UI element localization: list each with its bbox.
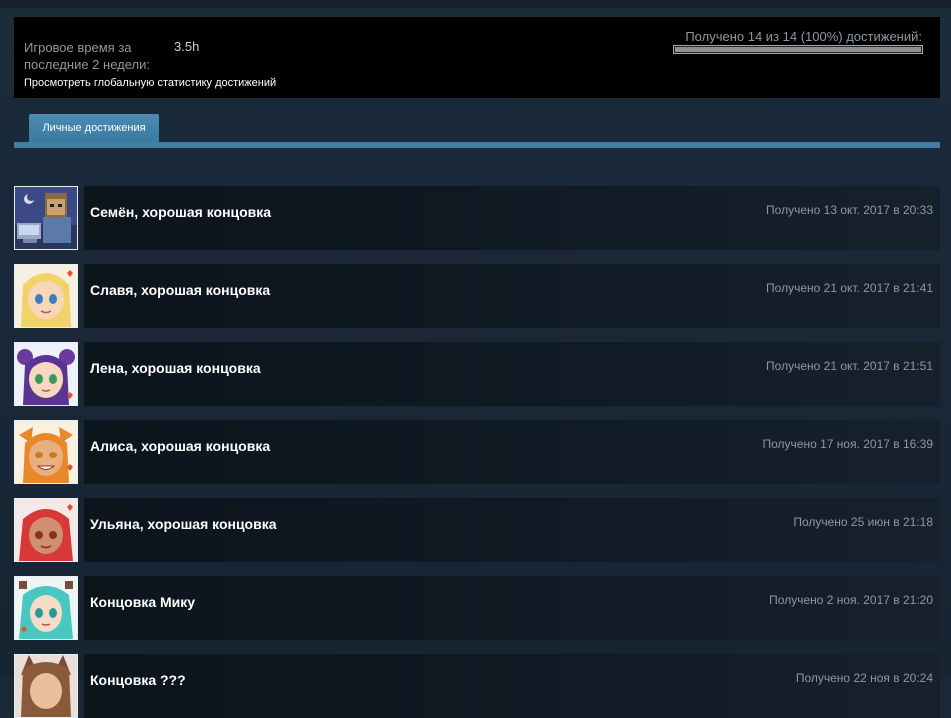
achievement-item: Алиса, хорошая концовка Получено 17 ноя.… [14, 420, 940, 484]
achievement-unlock-date: Получено 13 окт. 2017 в 20:33 [766, 203, 933, 217]
achievement-unlock-date: Получено 21 окт. 2017 в 21:51 [766, 359, 933, 373]
achievement-progress-fill [675, 47, 921, 52]
alisa-portrait-icon [14, 420, 78, 484]
top-edge-bar [0, 0, 951, 8]
achievement-unlock-date: Получено 2 ноя. 2017 в 21:20 [769, 593, 933, 607]
achievement-row: Ульяна, хорошая концовка Получено 25 июн… [84, 498, 940, 562]
achievement-unlock-date: Получено 17 ноя. 2017 в 16:39 [762, 437, 933, 451]
playtime-value: 3.5h [174, 39, 200, 54]
achievement-row: Семён, хорошая концовка Получено 13 окт.… [84, 186, 940, 250]
semyon-portrait-icon [14, 186, 78, 250]
achievement-item: Лена, хорошая концовка Получено 21 окт. … [14, 342, 940, 406]
achievement-item: Концовка ??? Получено 22 ноя в 20:24 [14, 654, 940, 718]
global-stats-link[interactable]: Просмотреть глобальную статистику достиж… [24, 77, 276, 89]
achievement-title: Концовка Мику [90, 594, 196, 610]
achievement-row: Концовка Мику Получено 2 ноя. 2017 в 21:… [84, 576, 940, 640]
achievement-item: Семён, хорошая концовка Получено 13 окт.… [14, 186, 940, 250]
achievement-row: Концовка ??? Получено 22 ноя в 20:24 [84, 654, 940, 718]
achievement-title: Алиса, хорошая концовка [90, 438, 271, 454]
achievement-title: Лена, хорошая концовка [90, 360, 261, 376]
ulyana-portrait-icon [14, 498, 78, 562]
stats-panel: Игровое время за последние 2 недели: 3.5… [14, 17, 940, 98]
achievement-item: Ульяна, хорошая концовка Получено 25 июн… [14, 498, 940, 562]
achievement-progress-text: Получено 14 из 14 (100%) достижений: [685, 29, 922, 44]
slavya-portrait-icon [14, 264, 78, 328]
achievement-title: Славя, хорошая концовка [90, 282, 271, 298]
achievement-item: Концовка Мику Получено 2 ноя. 2017 в 21:… [14, 576, 940, 640]
achievement-progress-bar [673, 45, 923, 54]
tab-personal-achievements[interactable]: Личные достижения [29, 114, 159, 142]
achievement-title: Семён, хорошая концовка [90, 204, 272, 220]
playtime-label: Игровое время за последние 2 недели: [24, 40, 150, 72]
achievement-item: Славя, хорошая концовка Получено 21 окт.… [14, 264, 940, 328]
achievement-unlock-date: Получено 22 ноя в 20:24 [795, 671, 933, 685]
miku-portrait-icon [14, 576, 78, 640]
achievement-unlock-date: Получено 21 окт. 2017 в 21:41 [766, 281, 933, 295]
achievement-unlock-date: Получено 25 июн в 21:18 [793, 515, 933, 529]
lena-portrait-icon [14, 342, 78, 406]
achievement-row: Алиса, хорошая концовка Получено 17 ноя.… [84, 420, 940, 484]
achievement-row: Славя, хорошая концовка Получено 21 окт.… [84, 264, 940, 328]
achievement-title: Концовка ??? [90, 672, 186, 688]
tab-underline [14, 142, 940, 148]
unknown-portrait-icon [14, 654, 78, 718]
achievement-row: Лена, хорошая концовка Получено 21 окт. … [84, 342, 940, 406]
achievement-title: Ульяна, хорошая концовка [90, 516, 277, 532]
